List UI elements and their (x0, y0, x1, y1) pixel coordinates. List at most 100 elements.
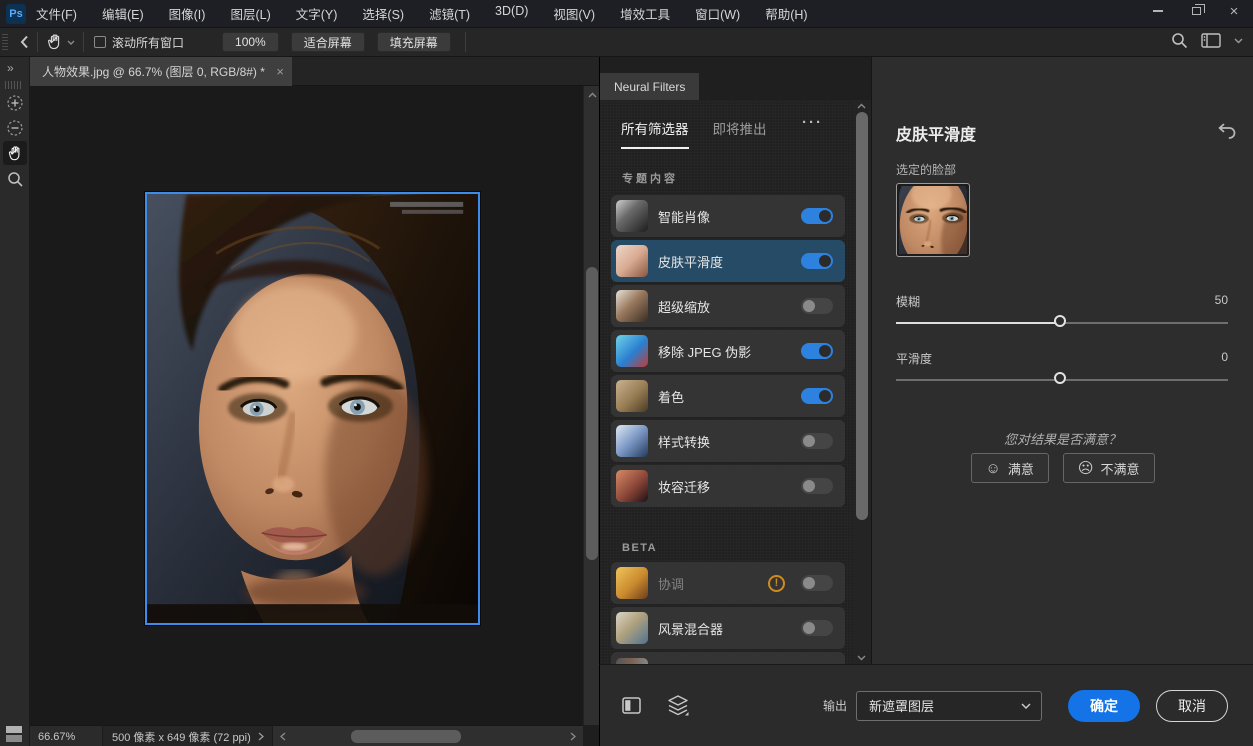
filter-list-scrollbar[interactable] (853, 100, 871, 664)
filter-thumbnail (616, 290, 648, 322)
cancel-button[interactable]: 取消 (1156, 690, 1228, 722)
photoshop-window: Ps 文件(F) 编辑(E) 图像(I) 图层(L) 文字(Y) 选择(S) 滤… (0, 0, 1253, 746)
tab-all-filters[interactable]: 所有筛选器 (621, 118, 689, 149)
menu-type[interactable]: 文字(Y) (296, 4, 338, 23)
filter-toggle[interactable] (801, 575, 833, 591)
scroll-right-icon[interactable] (567, 730, 579, 743)
filter-item-smart-portrait[interactable]: 智能肖像 (611, 195, 845, 237)
filter-scroll-thumb[interactable] (856, 112, 868, 520)
restore-button[interactable] (1177, 0, 1215, 22)
background-color-swatch[interactable] (6, 735, 22, 742)
filter-thumbnail (616, 335, 648, 367)
before-after-preview-icon[interactable] (622, 696, 641, 715)
minimize-icon (1153, 10, 1163, 12)
filter-toggle[interactable] (801, 433, 833, 449)
menu-3d[interactable]: 3D(D) (495, 4, 528, 23)
smoothness-slider-handle[interactable] (1054, 372, 1066, 384)
canvas-vertical-scrollbar[interactable] (583, 86, 599, 725)
zoom-in-button[interactable] (3, 91, 27, 115)
filter-item-super-zoom[interactable]: 超级缩放 (611, 285, 845, 327)
neural-filters-panel-tab[interactable]: Neural Filters (600, 73, 699, 100)
tab-close-icon[interactable]: × (276, 64, 284, 79)
smoothness-slider[interactable] (896, 372, 1228, 387)
menu-select[interactable]: 选择(S) (362, 4, 404, 23)
chevron-down-icon[interactable] (67, 40, 75, 45)
zoom-tool-button[interactable] (3, 167, 27, 191)
smoothness-slider-label: 平滑度 (896, 350, 932, 367)
back-chevron-icon[interactable] (20, 35, 29, 49)
blur-slider-label: 模糊 (896, 293, 920, 310)
filter-toggle[interactable] (801, 298, 833, 314)
scroll-up-icon[interactable] (586, 92, 598, 98)
blur-slider[interactable] (896, 315, 1228, 330)
canvas-area[interactable] (30, 86, 583, 725)
workspace-icon[interactable] (1201, 33, 1221, 48)
filter-toggle[interactable] (801, 343, 833, 359)
output-dropdown-value: 新遮罩图层 (869, 696, 1021, 715)
unsatisfied-button[interactable]: ☹ 不满意 (1063, 453, 1155, 483)
filter-item-makeup-transfer[interactable]: 妆容迁移 (611, 465, 845, 507)
tool-options-bar: 滚动所有窗口 100% 适合屏幕 填充屏幕 (0, 28, 1253, 57)
document-size-label: 500 像素 x 649 像素 (72 ppi) (112, 726, 251, 746)
close-button[interactable]: × (1215, 0, 1253, 22)
hand-tool-icon (46, 33, 64, 51)
expand-panels-icon[interactable]: » (7, 61, 13, 75)
status-chevron-icon[interactable] (258, 726, 264, 746)
fill-screen-button[interactable]: 填充屏幕 (377, 32, 451, 52)
filter-toggle[interactable] (801, 208, 833, 224)
horizontal-scroll-thumb[interactable] (351, 730, 461, 743)
zoom-level-field[interactable]: 66.67% (30, 726, 103, 746)
document-tab[interactable]: 人物效果.jpg @ 66.7% (图层 0, RGB/8#) * × (30, 57, 292, 86)
selected-face-thumbnail[interactable] (896, 183, 970, 257)
search-icon[interactable] (1171, 32, 1188, 49)
menu-filter[interactable]: 滤镜(T) (429, 4, 470, 23)
filter-item-skin-smoothing[interactable]: 皮肤平滑度 (611, 240, 845, 282)
filter-toggle[interactable] (801, 388, 833, 404)
filter-toggle[interactable] (801, 478, 833, 494)
scroll-all-windows-checkbox[interactable] (94, 36, 106, 48)
vertical-scroll-thumb[interactable] (586, 267, 598, 560)
blur-slider-handle[interactable] (1054, 315, 1066, 327)
menu-help[interactable]: 帮助(H) (765, 4, 807, 23)
zoom-out-button[interactable] (3, 116, 27, 140)
filter-item-landscape-mixer[interactable]: 风景混合器 (611, 607, 845, 649)
menu-window[interactable]: 窗口(W) (695, 4, 740, 23)
menu-file[interactable]: 文件(F) (36, 4, 77, 23)
scroll-down-icon[interactable] (855, 655, 867, 661)
satisfied-button[interactable]: ☺ 满意 (971, 453, 1049, 483)
filter-item-style-transfer[interactable]: 样式转换 (611, 420, 845, 462)
filter-item-jpeg-artifacts-removal[interactable]: 移除 JPEG 伪影 (611, 330, 845, 372)
filter-item-harmonization[interactable]: 协调 ! (611, 562, 845, 604)
filter-toggle[interactable] (801, 620, 833, 636)
frown-icon: ☹ (1078, 461, 1094, 476)
tab-coming-soon[interactable]: 即将推出 (713, 118, 767, 149)
foreground-color-swatch[interactable] (6, 726, 22, 733)
menu-edit[interactable]: 编辑(E) (102, 4, 144, 23)
menu-layer[interactable]: 图层(L) (230, 4, 270, 23)
filter-thumbnail (616, 380, 648, 412)
scroll-up-icon[interactable] (855, 103, 867, 109)
more-options-icon[interactable]: ··· (802, 114, 823, 131)
filter-item-colorize[interactable]: 着色 (611, 375, 845, 417)
minimize-button[interactable] (1139, 0, 1177, 22)
canvas-horizontal-scrollbar[interactable] (272, 726, 583, 746)
section-beta-label: BETA (622, 542, 657, 554)
panel-drag-dots (5, 81, 23, 89)
menu-view[interactable]: 视图(V) (553, 4, 595, 23)
menu-image[interactable]: 图像(I) (169, 4, 206, 23)
zoom-100-button[interactable]: 100% (222, 32, 279, 52)
scroll-left-icon[interactable] (277, 730, 289, 743)
document-image[interactable] (145, 192, 480, 625)
reset-icon[interactable] (1217, 123, 1237, 140)
filter-toggle[interactable] (801, 253, 833, 269)
menu-plugins[interactable]: 增效工具 (620, 4, 670, 23)
output-dropdown[interactable]: 新遮罩图层 (856, 691, 1042, 721)
hand-tool-button[interactable] (3, 141, 27, 165)
separator (83, 32, 84, 52)
ok-button[interactable]: 确定 (1068, 690, 1140, 722)
chevron-down-icon[interactable] (1234, 38, 1243, 44)
filter-item-partial[interactable] (611, 652, 845, 664)
layers-icon[interactable] (667, 695, 689, 716)
fit-screen-button[interactable]: 适合屏幕 (291, 32, 365, 52)
neural-filters-panel-header: Neural Filters (599, 57, 871, 100)
